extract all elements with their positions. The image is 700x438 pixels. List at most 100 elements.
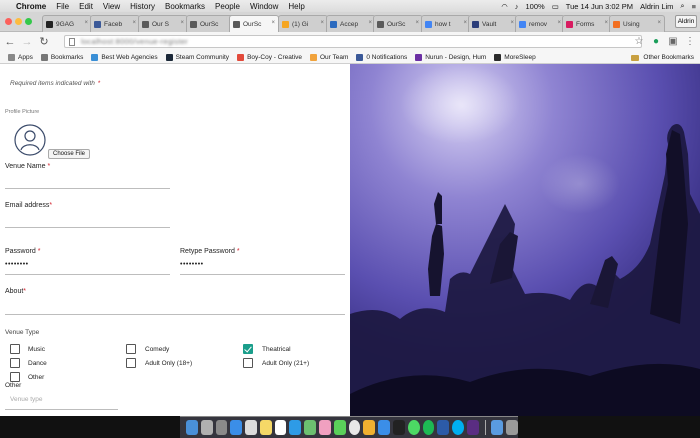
bookmark-item[interactable]: Nurun - Design, Hum [415,53,486,61]
trash-icon[interactable] [506,420,518,435]
notification-center-icon[interactable]: ≡ [692,2,696,11]
tab-close-icon[interactable]: × [271,20,275,26]
browser-tab[interactable]: (1) Gi × [278,15,328,32]
bookmark-item[interactable]: Best Web Agencies [91,53,158,61]
bookmark-item[interactable]: Bookmarks [40,53,83,61]
menubar-clock[interactable]: Tue 14 Jun 3:02 PM [566,2,633,11]
venue-type-placeholder[interactable]: Venue type [10,396,43,403]
checkbox-adult-21[interactable] [243,358,253,368]
tab-close-icon[interactable]: × [657,20,661,26]
bookmark-item[interactable]: Steam Community [165,53,229,61]
maps-icon[interactable] [304,420,317,435]
choose-file-button[interactable]: Choose File [48,149,91,159]
bookmark-item[interactable]: MoreSleep [494,53,536,61]
checkbox-theatrical[interactable] [243,344,253,354]
wifi-icon[interactable]: ◠ [501,2,508,11]
address-bar-url[interactable]: localhost:8000/venue-register [81,37,188,46]
notes-icon[interactable] [259,420,272,435]
browser-tab[interactable]: remov × [515,15,565,32]
browser-tab[interactable]: Using × [609,15,665,32]
spotify-icon[interactable] [422,420,435,435]
email-input[interactable] [5,227,170,228]
slack-icon[interactable] [466,420,479,435]
preview-icon[interactable] [245,420,257,435]
tab-close-icon[interactable]: × [510,20,514,26]
menu-edit[interactable]: Edit [79,2,93,11]
browser-tab[interactable]: Forms × [562,15,612,32]
tab-close-icon[interactable]: × [180,20,184,26]
volume-icon[interactable]: ♪ [515,2,519,11]
launchpad-icon[interactable] [200,420,213,435]
page-info-icon[interactable] [69,38,75,46]
messages-icon[interactable] [333,420,346,435]
forward-arrow-icon[interactable]: → [20,35,34,49]
about-input[interactable] [5,314,345,315]
menu-file[interactable]: File [56,2,69,11]
password-value[interactable]: •••••••• [5,261,29,268]
menubar-user[interactable]: Aldrin Lim [640,2,673,11]
browser-tab[interactable]: Vault × [468,15,518,32]
retype-password-value[interactable]: •••••••• [180,261,204,268]
minimize-window-icon[interactable] [15,18,22,25]
tab-close-icon[interactable]: × [463,20,467,26]
tab-close-icon[interactable]: × [132,20,136,26]
menu-people[interactable]: People [215,2,240,11]
safari-icon[interactable] [230,420,243,435]
tab-close-icon[interactable]: × [415,20,419,26]
system-preferences-icon[interactable] [215,420,228,435]
browser-tab[interactable]: Accep × [326,15,376,32]
photoshop-icon[interactable] [437,420,450,435]
menu-view[interactable]: View [103,2,120,11]
battery-percent[interactable]: 100% [526,2,545,11]
retype-password-input[interactable] [180,274,345,275]
tab-close-icon[interactable]: × [604,20,608,26]
close-window-icon[interactable] [5,18,12,25]
spotlight-icon[interactable]: ⌕ [680,1,684,11]
menu-help[interactable]: Help [288,2,304,11]
bookmark-item[interactable]: 0 Notifications [356,53,407,61]
skype-icon[interactable] [452,420,464,435]
extension-icon[interactable]: ● [650,35,662,48]
facetime-icon[interactable] [407,420,420,435]
tab-close-icon[interactable]: × [320,20,324,26]
browser-tab[interactable]: Our S × [138,15,188,32]
checkbox-adult-18[interactable] [126,358,136,368]
bookmark-item[interactable]: Apps [8,53,33,61]
bookmark-item[interactable]: Boy-Coy - Creative [237,53,302,61]
safari-alt-icon[interactable] [378,420,390,435]
bookmark-star-icon[interactable]: ☆ [633,35,645,48]
tab-close-icon[interactable]: × [84,20,88,26]
password-input[interactable] [5,274,170,275]
other-bookmarks[interactable]: Other Bookmarks [631,51,694,64]
chrome-icon[interactable] [348,420,361,435]
finder-icon[interactable] [186,420,198,435]
venue-name-input[interactable] [5,188,170,189]
browser-tab[interactable]: OurSc × [373,15,423,32]
app-store-icon[interactable] [289,420,302,435]
menu-window[interactable]: Window [250,2,278,11]
browser-tab[interactable]: how t × [421,15,471,32]
chrome-menu-icon[interactable]: ⋮ [684,35,696,48]
zoom-window-icon[interactable] [25,18,32,25]
address-bar[interactable]: localhost:8000/venue-register [64,35,642,48]
checkbox-music[interactable] [10,344,20,354]
terminal-icon[interactable] [392,420,405,435]
cast-icon[interactable]: ▣ [667,35,679,48]
checkbox-dance[interactable] [10,358,20,368]
browser-tab[interactable]: 9GAG × [42,15,92,32]
reload-icon[interactable]: ↻ [37,35,51,49]
tab-close-icon[interactable]: × [557,20,561,26]
menu-history[interactable]: History [130,2,155,11]
profile-button[interactable]: Aldrin [675,15,697,28]
photos-icon[interactable] [319,420,331,435]
downloads-icon[interactable] [491,420,504,435]
checkbox-other[interactable] [10,372,20,382]
sketch-icon[interactable] [363,420,376,435]
checkbox-comedy[interactable] [126,344,136,354]
battery-icon[interactable]: ▭ [552,2,559,11]
venue-type-input[interactable] [5,409,118,410]
browser-tab[interactable]: Faceb × [90,15,140,32]
menu-bookmarks[interactable]: Bookmarks [165,2,205,11]
menu-app-name[interactable]: Chrome [16,2,46,11]
bookmark-item[interactable]: Our Team [309,53,348,61]
